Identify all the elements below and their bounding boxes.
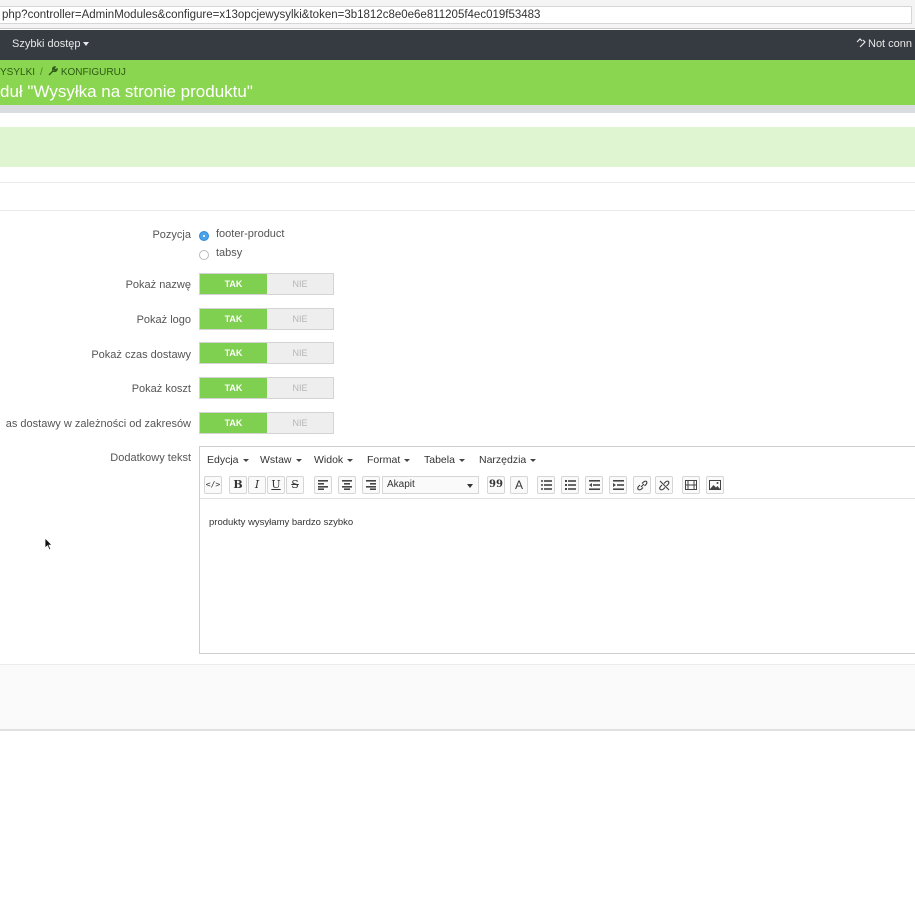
toggle-no[interactable]: NIE bbox=[267, 309, 333, 329]
breadcrumb: YSYLKI / KONFIGURUJ bbox=[0, 66, 126, 78]
quick-access-menu[interactable]: Szybki dostęp bbox=[12, 38, 90, 50]
divider bbox=[0, 182, 915, 183]
editor-menubar: Edycja Wstaw Widok Format Tabela Narzędz… bbox=[200, 447, 915, 473]
menu-table-label: Tabela bbox=[424, 454, 455, 466]
toggle-no[interactable]: NIE bbox=[267, 343, 333, 363]
wrench-icon bbox=[48, 66, 58, 76]
divider bbox=[0, 210, 915, 211]
media-icon[interactable] bbox=[682, 476, 700, 494]
menu-tools[interactable]: Narzędzia bbox=[479, 454, 537, 466]
chevron-down-icon bbox=[458, 458, 465, 462]
underline-icon[interactable]: U bbox=[267, 476, 285, 494]
menu-format-label: Format bbox=[367, 454, 401, 466]
menu-insert[interactable]: Wstaw bbox=[260, 454, 302, 466]
radio-footer-product-label: footer-product bbox=[216, 228, 285, 240]
rich-text-editor: Edycja Wstaw Widok Format Tabela Narzędz… bbox=[199, 446, 915, 654]
chevron-down-icon bbox=[347, 458, 354, 462]
source-code-icon[interactable]: </> bbox=[204, 476, 222, 494]
page-title: duł "Wysyłka na stronie produktu" bbox=[0, 82, 253, 101]
show-logo-toggle[interactable]: TAK NIE bbox=[199, 308, 334, 330]
outdent-icon[interactable] bbox=[585, 476, 603, 494]
chevron-down-icon bbox=[295, 458, 302, 462]
show-logo-label: Pokaż logo bbox=[136, 314, 191, 326]
quick-access-label: Szybki dostęp bbox=[12, 38, 81, 50]
position-label: Pozycja bbox=[152, 229, 191, 241]
bullet-list-icon[interactable] bbox=[537, 476, 555, 494]
editor-toolbar: </> B I U S Akapit 99 A bbox=[200, 473, 915, 499]
show-cost-label: Pokaż koszt bbox=[131, 383, 191, 395]
toggle-no[interactable]: NIE bbox=[267, 378, 333, 398]
chevron-down-icon bbox=[467, 484, 473, 488]
italic-icon[interactable]: I bbox=[248, 476, 266, 494]
mouse-cursor-icon bbox=[44, 537, 54, 551]
chevron-down-icon bbox=[530, 458, 537, 462]
menu-insert-label: Wstaw bbox=[260, 454, 292, 466]
align-right-icon[interactable] bbox=[362, 476, 380, 494]
show-delivery-time-label: Pokaż czas dostawy bbox=[91, 349, 191, 361]
menu-view[interactable]: Widok bbox=[314, 454, 354, 466]
bold-icon[interactable]: B bbox=[229, 476, 247, 494]
show-cost-toggle[interactable]: TAK NIE bbox=[199, 377, 334, 399]
menu-view-label: Widok bbox=[314, 454, 344, 466]
align-center-icon[interactable] bbox=[338, 476, 356, 494]
image-icon[interactable] bbox=[706, 476, 724, 494]
toggle-yes[interactable]: TAK bbox=[200, 309, 267, 329]
chevron-down-icon bbox=[83, 42, 90, 47]
top-navigation: Szybki dostęp Not conn bbox=[0, 30, 915, 60]
menu-format[interactable]: Format bbox=[367, 454, 411, 466]
numbered-list-icon[interactable] bbox=[561, 476, 579, 494]
radio-footer-product[interactable] bbox=[199, 231, 209, 241]
menu-tools-label: Narzędzia bbox=[479, 454, 527, 466]
header-shadow bbox=[0, 105, 915, 113]
show-name-label: Pokaż nazwę bbox=[125, 279, 191, 291]
connection-status[interactable]: Not conn bbox=[856, 38, 912, 50]
toggle-no[interactable]: NIE bbox=[267, 274, 333, 294]
form-footer-panel bbox=[0, 664, 915, 731]
chevron-down-icon bbox=[404, 458, 411, 462]
chevron-down-icon bbox=[242, 458, 249, 462]
url-field[interactable]: php?controller=AdminModules&configure=x1… bbox=[0, 6, 912, 24]
strikethrough-icon[interactable]: S bbox=[286, 476, 304, 494]
unlink-icon[interactable] bbox=[655, 476, 673, 494]
menu-table[interactable]: Tabela bbox=[424, 454, 465, 466]
menu-edit[interactable]: Edycja bbox=[207, 454, 249, 466]
indent-icon[interactable] bbox=[609, 476, 627, 494]
radio-tabsy-label: tabsy bbox=[216, 247, 243, 259]
breadcrumb-parent[interactable]: YSYLKI bbox=[0, 67, 35, 78]
page-header: YSYLKI / KONFIGURUJ duł "Wysyłka na stroni… bbox=[0, 60, 915, 105]
show-delivery-time-toggle[interactable]: TAK NIE bbox=[199, 342, 334, 364]
delivery-range-label: as dostawy w zależności od zakresów bbox=[5, 418, 191, 430]
menu-edit-label: Edycja bbox=[207, 454, 239, 466]
radio-tabsy[interactable] bbox=[199, 250, 209, 260]
success-alert bbox=[0, 127, 915, 167]
unlink-icon bbox=[856, 38, 866, 48]
show-name-toggle[interactable]: TAK NIE bbox=[199, 273, 334, 295]
toggle-no[interactable]: NIE bbox=[267, 413, 333, 433]
blockquote-icon[interactable]: 99 bbox=[487, 476, 505, 494]
delivery-range-toggle[interactable]: TAK NIE bbox=[199, 412, 334, 434]
toggle-yes[interactable]: TAK bbox=[200, 413, 267, 433]
format-select[interactable]: Akapit bbox=[382, 476, 479, 494]
toggle-yes[interactable]: TAK bbox=[200, 274, 267, 294]
text-color-icon[interactable]: A bbox=[510, 476, 528, 494]
toggle-yes[interactable]: TAK bbox=[200, 378, 267, 398]
link-icon[interactable] bbox=[633, 476, 651, 494]
browser-address-bar: php?controller=AdminModules&configure=x1… bbox=[0, 0, 915, 29]
align-left-icon[interactable] bbox=[314, 476, 332, 494]
extra-text-label: Dodatkowy tekst bbox=[110, 452, 191, 464]
format-select-value: Akapit bbox=[387, 479, 415, 490]
toggle-yes[interactable]: TAK bbox=[200, 343, 267, 363]
connection-status-label: Not conn bbox=[868, 38, 913, 50]
breadcrumb-current: KONFIGURUJ bbox=[60, 67, 126, 78]
editor-content[interactable]: produkty wysyłamy bardzo szybko bbox=[209, 517, 353, 528]
